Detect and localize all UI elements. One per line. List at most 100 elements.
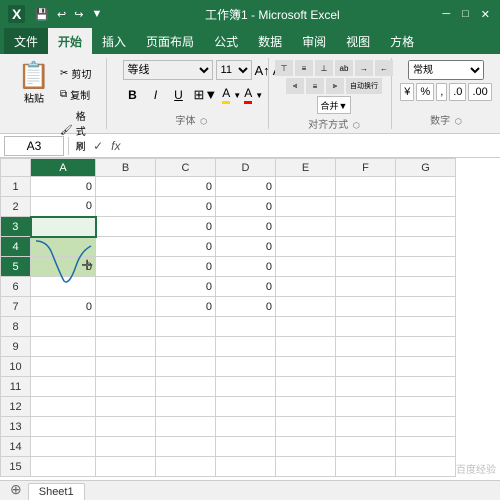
cell-D12[interactable]: [216, 397, 276, 417]
row-num-14[interactable]: 14: [1, 437, 31, 457]
cell-C13[interactable]: [156, 417, 216, 437]
wrap-text-button[interactable]: 自动换行: [346, 78, 382, 94]
cell-F15[interactable]: [336, 457, 396, 477]
cell-C1[interactable]: 0: [156, 177, 216, 197]
undo-icon[interactable]: ↩: [55, 6, 68, 23]
col-header-g[interactable]: G: [396, 159, 456, 177]
cell-E3[interactable]: [276, 217, 336, 237]
increase-font-icon[interactable]: A↑: [255, 63, 270, 78]
text-direction-button[interactable]: ab: [335, 60, 353, 76]
cell-D7[interactable]: 0: [216, 297, 276, 317]
cell-G1[interactable]: [396, 177, 456, 197]
tab-home[interactable]: 开始: [48, 28, 92, 54]
font-name-select[interactable]: 等线: [123, 60, 213, 80]
cell-G11[interactable]: [396, 377, 456, 397]
cell-D8[interactable]: [216, 317, 276, 337]
cell-F7[interactable]: [336, 297, 396, 317]
cell-B5[interactable]: [96, 257, 156, 277]
cell-E11[interactable]: [276, 377, 336, 397]
cell-C14[interactable]: [156, 437, 216, 457]
increase-decimal-button[interactable]: .0: [449, 83, 466, 101]
cell-F2[interactable]: [336, 197, 396, 217]
cell-A12[interactable]: [31, 397, 96, 417]
tab-data[interactable]: 数据: [248, 28, 292, 54]
cell-A6[interactable]: [31, 277, 96, 297]
middle-align-button[interactable]: ≡: [295, 60, 313, 76]
cell-C4[interactable]: 0: [156, 237, 216, 257]
row-num-4[interactable]: 4: [1, 237, 31, 257]
cell-G10[interactable]: [396, 357, 456, 377]
cell-B7[interactable]: [96, 297, 156, 317]
cell-E13[interactable]: [276, 417, 336, 437]
italic-button[interactable]: I: [146, 85, 166, 105]
cell-A8[interactable]: [31, 317, 96, 337]
row-num-6[interactable]: 6: [1, 277, 31, 297]
cut-button[interactable]: ✂ 剪切: [56, 64, 98, 83]
cell-A15[interactable]: [31, 457, 96, 477]
cell-B8[interactable]: [96, 317, 156, 337]
cell-E10[interactable]: [276, 357, 336, 377]
col-header-d[interactable]: D: [216, 159, 276, 177]
cell-F6[interactable]: [336, 277, 396, 297]
cell-A10[interactable]: [31, 357, 96, 377]
cell-G14[interactable]: [396, 437, 456, 457]
confirm-formula-icon[interactable]: ✓: [91, 139, 105, 153]
tab-review[interactable]: 审阅: [292, 28, 336, 54]
merge-center-button[interactable]: 合并▼: [317, 96, 352, 114]
cell-A14[interactable]: [31, 437, 96, 457]
cell-E12[interactable]: [276, 397, 336, 417]
currency-button[interactable]: ¥: [400, 83, 414, 101]
indent-dec-button[interactable]: ←: [375, 60, 393, 76]
cell-F4[interactable]: [336, 237, 396, 257]
cell-B10[interactable]: [96, 357, 156, 377]
cell-A13[interactable]: [31, 417, 96, 437]
percent-button[interactable]: %: [416, 83, 434, 101]
cell-B11[interactable]: [96, 377, 156, 397]
minimize-icon[interactable]: ─: [440, 6, 452, 23]
cell-G15[interactable]: [396, 457, 456, 477]
cell-A7[interactable]: 0: [31, 297, 96, 317]
cell-D4[interactable]: 0: [216, 237, 276, 257]
cell-F1[interactable]: [336, 177, 396, 197]
cell-B14[interactable]: [96, 437, 156, 457]
cell-D11[interactable]: [216, 377, 276, 397]
cell-B15[interactable]: [96, 457, 156, 477]
cancel-formula-icon[interactable]: ✕: [73, 139, 87, 153]
decrease-decimal-button[interactable]: .00: [468, 83, 491, 101]
cell-D13[interactable]: [216, 417, 276, 437]
col-header-e[interactable]: E: [276, 159, 336, 177]
maximize-icon[interactable]: □: [460, 6, 471, 23]
row-num-5[interactable]: 5: [1, 257, 31, 277]
cell-C6[interactable]: 0: [156, 277, 216, 297]
center-align-button[interactable]: ≡: [306, 78, 324, 94]
cell-E5[interactable]: [276, 257, 336, 277]
right-align-button[interactable]: ⫸: [326, 78, 344, 94]
close-icon[interactable]: ✕: [479, 6, 492, 23]
cell-C8[interactable]: [156, 317, 216, 337]
number-format-select[interactable]: 常规: [408, 60, 484, 80]
col-header-c[interactable]: C: [156, 159, 216, 177]
cell-E7[interactable]: [276, 297, 336, 317]
cell-G3[interactable]: [396, 217, 456, 237]
cell-B2[interactable]: [96, 197, 156, 217]
cell-G6[interactable]: [396, 277, 456, 297]
cell-A4[interactable]: [31, 237, 96, 257]
spreadsheet-scroll[interactable]: A B C D E F G 100020003004 0050✛00600700…: [0, 158, 500, 480]
cell-A3[interactable]: [31, 217, 96, 237]
comma-button[interactable]: ,: [436, 83, 447, 101]
tab-grid[interactable]: 方格: [380, 28, 424, 54]
row-num-1[interactable]: 1: [1, 177, 31, 197]
cell-F8[interactable]: [336, 317, 396, 337]
col-header-a[interactable]: A: [31, 159, 96, 177]
cell-G2[interactable]: [396, 197, 456, 217]
row-num-13[interactable]: 13: [1, 417, 31, 437]
cell-D6[interactable]: 0: [216, 277, 276, 297]
cell-G8[interactable]: [396, 317, 456, 337]
font-color-dropdown[interactable]: ▼: [255, 91, 263, 100]
alignment-expand-icon[interactable]: ⬡: [353, 121, 360, 130]
border-dropdown[interactable]: ⊞▼: [192, 85, 220, 105]
tab-page-layout[interactable]: 页面布局: [136, 28, 204, 54]
row-num-8[interactable]: 8: [1, 317, 31, 337]
cell-E9[interactable]: [276, 337, 336, 357]
sheet-tab-1[interactable]: Sheet1: [28, 483, 85, 500]
